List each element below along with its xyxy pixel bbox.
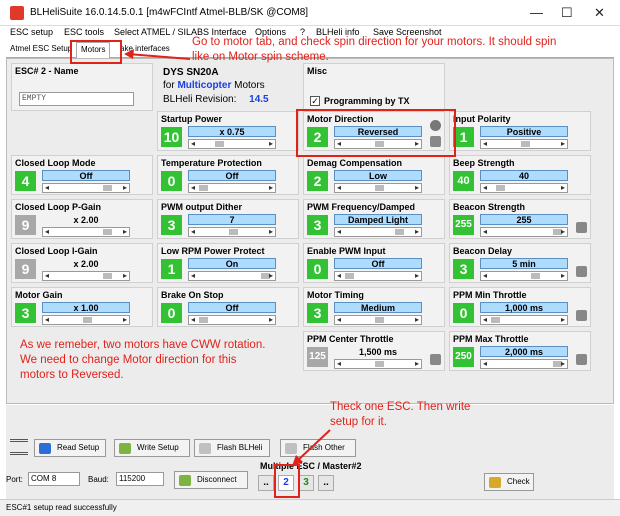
arrow-to-motors-tab — [127, 53, 191, 60]
arrow-to-esc-2 — [295, 429, 331, 463]
arrow-head — [124, 49, 134, 59]
annotation-arrows — [124, 49, 331, 466]
